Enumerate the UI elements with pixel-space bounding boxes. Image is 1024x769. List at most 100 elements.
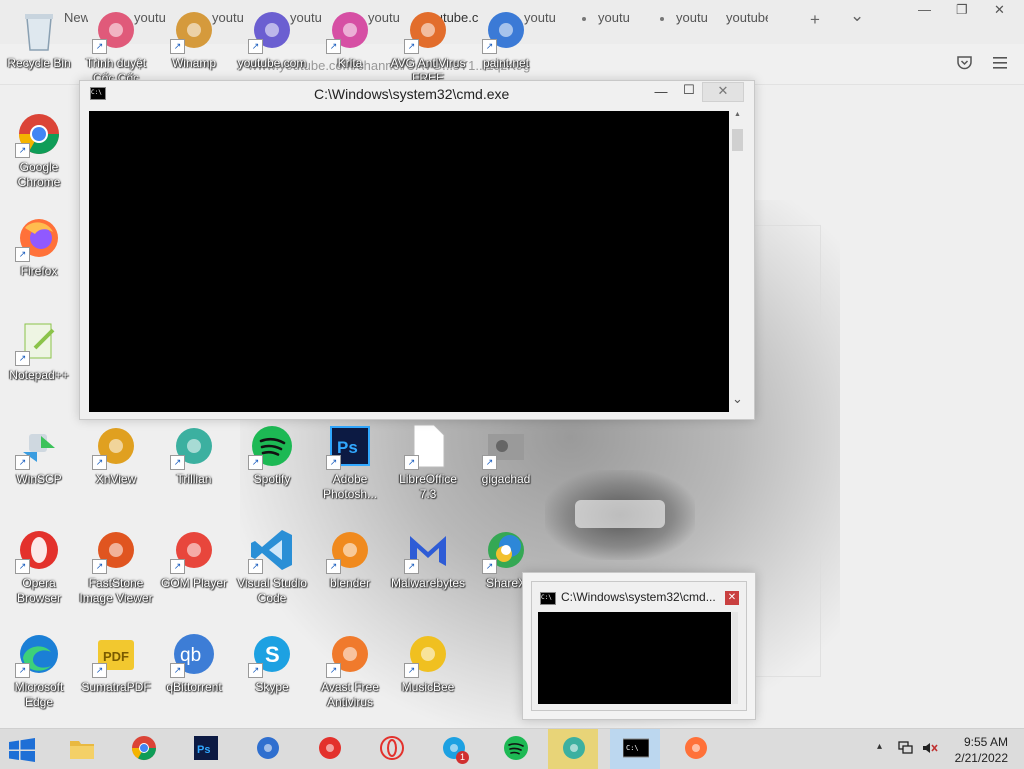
desktop-icon[interactable]: ↗ Firefox: [1, 214, 77, 279]
shortcut-arrow-icon: ↗: [326, 455, 341, 470]
desktop-icon[interactable]: ↗ Avast Free Antivirus: [312, 630, 388, 710]
desktop-icon-label: Recycle Bin: [7, 56, 71, 70]
desktop-icon[interactable]: Recycle Bin: [1, 6, 77, 71]
cmd-icon: C:\: [90, 87, 106, 100]
desktop-icon[interactable]: ↗ Microsoft Edge: [1, 630, 77, 710]
taskbar: Ps 1 C:\ ▴ 9:55 AM 2/21/2022: [0, 728, 1024, 769]
shortcut-arrow-icon: ↗: [248, 39, 263, 54]
desktop-icon[interactable]: ↗ Google Chrome: [1, 110, 77, 190]
shortcut-arrow-icon: ↗: [326, 663, 341, 678]
tray-overflow-chevron[interactable]: ▴: [877, 741, 882, 752]
desktop-icon[interactable]: ↗ WinSCP: [1, 422, 77, 487]
browser-minimize-button[interactable]: —: [918, 2, 931, 17]
spotify-icon: ↗: [248, 422, 296, 470]
desktop-icon-label: Notepad++: [9, 368, 69, 382]
desktop-icon[interactable]: ↗ blender: [312, 526, 388, 591]
desktop-icon[interactable]: ↗ Winamp: [156, 6, 232, 71]
desktop-icon[interactable]: ↗ Notepad++: [1, 318, 77, 383]
desktop-icon[interactable]: qb ↗ qBittorrent: [156, 630, 232, 695]
desktop-icon[interactable]: S ↗ Skype: [234, 630, 310, 695]
desktop-icon[interactable]: ↗ GOM Player: [156, 526, 232, 591]
cmd-console-area[interactable]: [89, 111, 729, 412]
audio-icon: ↗: [248, 6, 296, 54]
taskbar-item-firefox[interactable]: [670, 729, 720, 769]
cmd-preview-close-button[interactable]: ✕: [725, 591, 739, 605]
wallpaper-photo-detail: [575, 500, 665, 528]
desktop-icon-label: Skype: [255, 680, 289, 694]
shortcut-arrow-icon: ↗: [15, 663, 30, 678]
desktop-icon[interactable]: ↗ XnView: [78, 422, 154, 487]
taskbar-item-trillian[interactable]: [548, 729, 598, 769]
scroll-up-button[interactable]: ▲: [730, 111, 745, 118]
new-tab-button[interactable]: +: [810, 10, 820, 30]
desktop-icon[interactable]: ↗ Trình duyệt Cốc Cốc: [78, 6, 154, 86]
browser-tab[interactable]: youtu: [582, 10, 638, 36]
faststone-icon: ↗: [92, 526, 140, 574]
scroll-thumb[interactable]: [732, 129, 743, 151]
taskbar-item-opera-gx[interactable]: [366, 729, 416, 769]
taskbar-item-cmd[interactable]: C:\: [610, 729, 660, 769]
cmd-window[interactable]: C:\ C:\Windows\system32\cmd.exe — ☐ ✕ ▲ …: [79, 80, 755, 420]
cmd-preview-console: [538, 612, 731, 704]
cmd-preview-frame: C:\ C:\Windows\system32\cmd... ✕: [531, 581, 747, 711]
desktop-icon[interactable]: Ps ↗ Adobe Photosh...: [312, 422, 388, 502]
browser-close-button[interactable]: ✕: [994, 2, 1005, 18]
desktop-icon[interactable]: ↗ paint.net: [468, 6, 544, 71]
network-icon[interactable]: [898, 741, 914, 758]
desktop-icon-label: WinSCP: [16, 472, 62, 486]
desktop-icon[interactable]: ↗ Opera Browser: [1, 526, 77, 606]
scroll-down-button[interactable]: ⌄: [730, 391, 745, 407]
cmd-close-button[interactable]: ✕: [702, 82, 744, 102]
pocket-icon[interactable]: [957, 56, 972, 74]
shortcut-arrow-icon: ↗: [404, 663, 419, 678]
cmd-maximize-button[interactable]: ☐: [680, 82, 698, 98]
desktop-icon[interactable]: ↗ AVG AntiVirus FREE: [390, 6, 466, 86]
desktop-icon-label: Microsoft Edge: [14, 680, 64, 709]
cmd-scrollbar[interactable]: ▲ ⌄: [730, 111, 745, 412]
shortcut-arrow-icon: ↗: [482, 39, 497, 54]
desktop-icon[interactable]: ↗ Visual Studio Code: [234, 526, 310, 606]
desktop-icon-label: paint.net: [482, 56, 530, 70]
shortcut-arrow-icon: ↗: [92, 39, 107, 54]
system-tray: ▴ 9:55 AM 2/21/2022: [870, 729, 1024, 769]
cmd-preview-scrollbar: [732, 612, 738, 704]
desktop-icon[interactable]: ↗ LibreOffice 7.3: [390, 422, 466, 502]
taskbar-item-skype[interactable]: 1: [428, 729, 478, 769]
desktop-icon[interactable]: ↗ Spotify: [234, 422, 310, 487]
desktop-icon[interactable]: ↗ gigachad: [468, 422, 544, 487]
taskbar-item-opera[interactable]: [304, 729, 354, 769]
shortcut-arrow-icon: ↗: [92, 663, 107, 678]
volume-muted-icon[interactable]: [922, 741, 938, 758]
desktop-icon[interactable]: ↗ Krita: [312, 6, 388, 71]
tab-audio-dot: [660, 16, 664, 21]
taskbar-item-file-explorer[interactable]: [56, 729, 106, 769]
desktop-icon[interactable]: ↗ FastStone Image Viewer: [78, 526, 154, 606]
desktop-icon[interactable]: ↗ Trillian: [156, 422, 232, 487]
taskbar-item-photoshop[interactable]: Ps: [180, 729, 230, 769]
shortcut-arrow-icon: ↗: [404, 39, 419, 54]
browser-tab[interactable]: youtu: [660, 10, 712, 36]
cmd-title-bar[interactable]: C:\ C:\Windows\system32\cmd.exe — ☐ ✕: [80, 81, 754, 107]
browser-restore-button[interactable]: ❐: [956, 2, 968, 18]
desktop-icon[interactable]: ↗ MusicBee: [390, 630, 466, 695]
svg-text:PDF: PDF: [103, 649, 129, 664]
desktop-icon[interactable]: ↗ Malwarebytes: [390, 526, 466, 591]
hamburger-menu-icon[interactable]: [993, 56, 1007, 73]
desktop-icon[interactable]: PDF ↗ SumatraPDF: [78, 630, 154, 695]
taskbar-item-thunderbird[interactable]: [242, 729, 292, 769]
taskbar-clock[interactable]: 9:55 AM 2/21/2022: [955, 734, 1008, 766]
clock-date: 2/21/2022: [954, 751, 1008, 765]
cmd-minimize-button[interactable]: —: [652, 84, 670, 99]
taskbar-item-chrome[interactable]: [118, 729, 168, 769]
tab-list-button[interactable]: ⌄: [850, 6, 864, 26]
taskbar-item-spotify[interactable]: [490, 729, 540, 769]
chrome-icon: ↗: [15, 110, 63, 158]
clock-time: 9:55 AM: [963, 735, 1008, 749]
desktop-icon[interactable]: ↗ youtube.com: [234, 6, 310, 71]
windows-start-icon[interactable]: [8, 738, 38, 762]
cmd-preview-window[interactable]: C:\ C:\Windows\system32\cmd... ✕: [522, 572, 756, 720]
opera-icon: ↗: [15, 526, 63, 574]
winamp-icon: ↗: [170, 6, 218, 54]
browser-tab[interactable]: youtube: [726, 10, 768, 36]
desktop-icon-label: Opera Browser: [16, 576, 61, 605]
